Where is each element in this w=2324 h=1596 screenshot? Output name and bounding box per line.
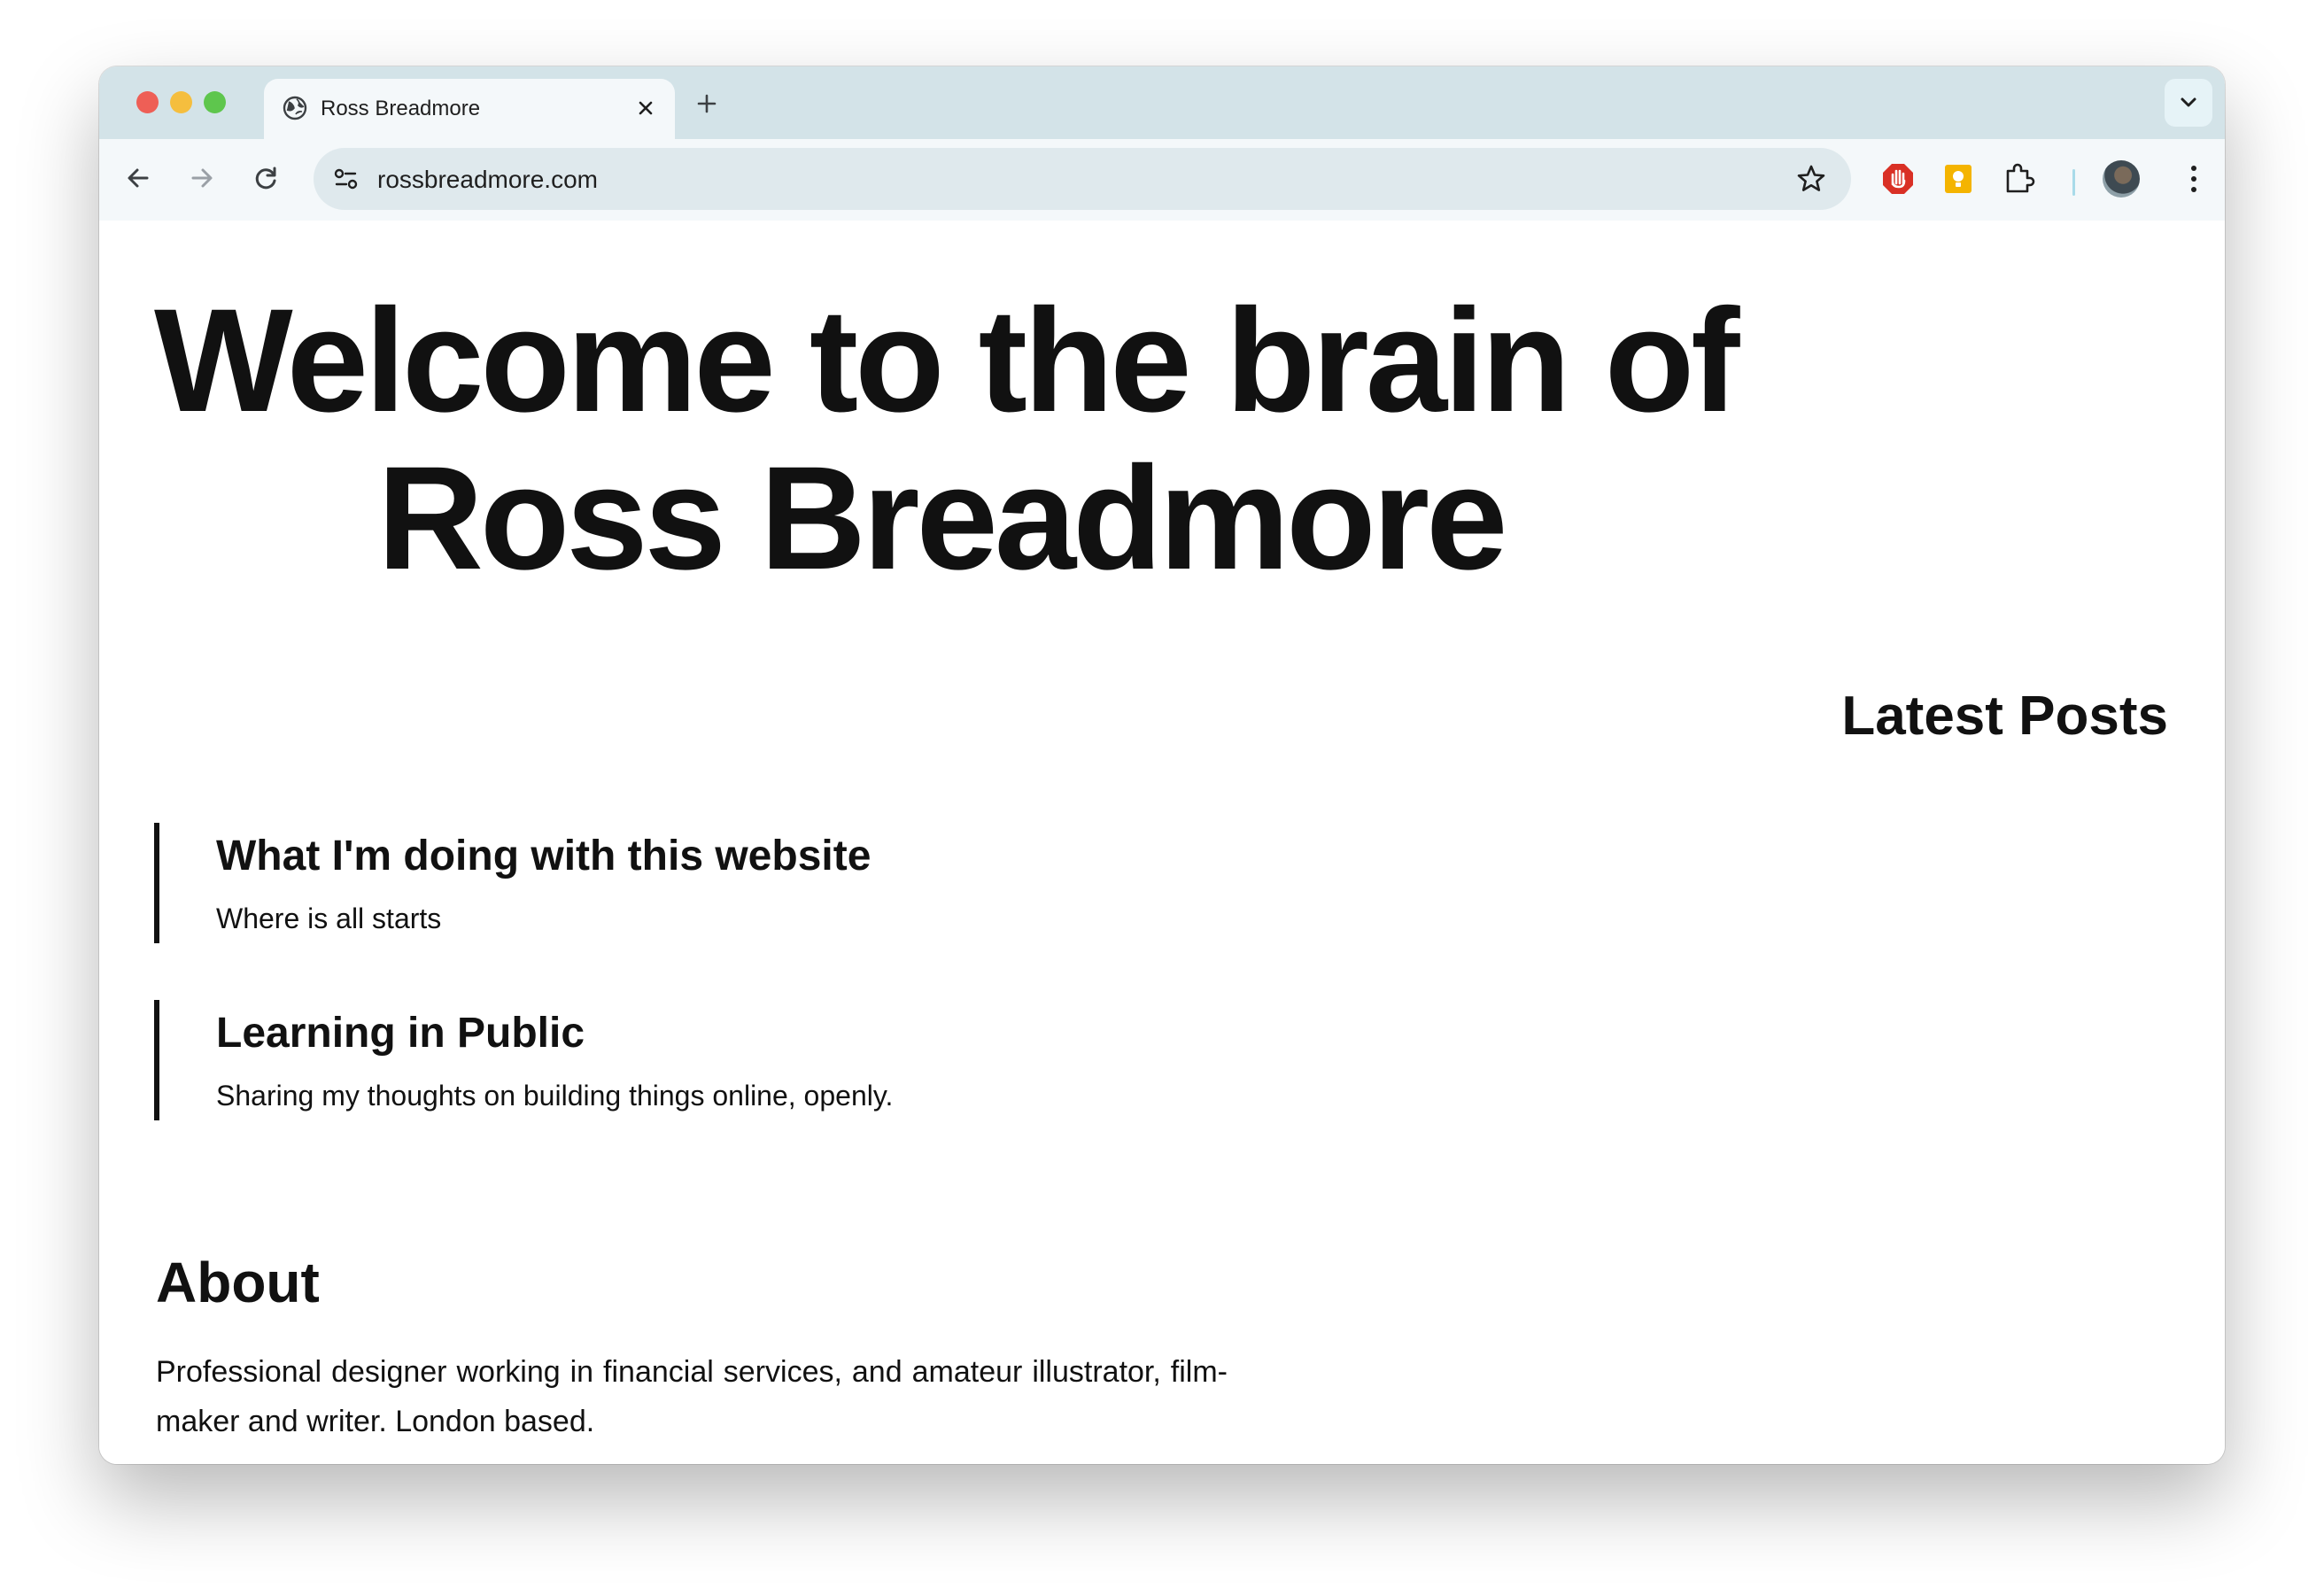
close-window-button[interactable] <box>136 91 159 113</box>
forward-icon[interactable] <box>184 160 220 196</box>
post-item[interactable]: What I'm doing with this website Where i… <box>154 823 1311 943</box>
new-tab-icon[interactable] <box>693 89 721 118</box>
hero-heading: Welcome to the brain of Ross Breadmore <box>154 283 1837 598</box>
latest-posts-heading: Latest Posts <box>1841 686 2168 747</box>
hero-line-1: Welcome to the brain of <box>154 279 1739 443</box>
url-text: rossbreadmore.com <box>377 166 598 193</box>
profile-avatar[interactable] <box>2103 160 2140 198</box>
hero-line-2: Ross Breadmore <box>377 437 1508 600</box>
address-bar[interactable]: rossbreadmore.com <box>314 148 1851 210</box>
post-title[interactable]: What I'm doing with this website <box>216 832 871 880</box>
tab-title: Ross Breadmore <box>321 97 481 120</box>
globe-icon <box>282 95 308 121</box>
post-item[interactable]: Learning in Public Sharing my thoughts o… <box>154 1000 1311 1120</box>
adblock-extension-icon[interactable] <box>1879 160 1917 198</box>
post-subtitle: Sharing my thoughts on building things o… <box>216 1080 894 1112</box>
maximize-window-button[interactable] <box>204 91 226 113</box>
browser-toolbar: rossbreadmore.com <box>99 139 2225 222</box>
browser-window: Ross Breadmore rossbreadmore.com Welcome… <box>99 66 2225 1464</box>
active-tab[interactable]: Ross Breadmore <box>264 79 675 139</box>
more-menu-icon[interactable] <box>2181 160 2207 198</box>
back-icon[interactable] <box>120 160 156 196</box>
page-content: Welcome to the brain of Ross Breadmore L… <box>99 221 2225 1464</box>
site-info-icon[interactable] <box>326 159 367 199</box>
toolbar-separator <box>2072 169 2075 196</box>
minimize-window-button[interactable] <box>170 91 192 113</box>
close-tab-icon[interactable] <box>632 95 659 121</box>
tab-strip: Ross Breadmore <box>99 66 2225 139</box>
about-heading: About <box>156 1251 320 1314</box>
about-text: Professional designer working in financi… <box>156 1355 1228 1438</box>
extensions-puzzle-icon[interactable] <box>2000 160 2037 198</box>
tab-search-button[interactable] <box>2165 79 2212 127</box>
reload-icon[interactable] <box>248 160 283 196</box>
post-subtitle: Where is all starts <box>216 903 442 934</box>
bookmark-star-icon[interactable] <box>1794 162 1828 196</box>
notes-extension-icon[interactable] <box>1940 160 1977 198</box>
post-title[interactable]: Learning in Public <box>216 1009 585 1058</box>
